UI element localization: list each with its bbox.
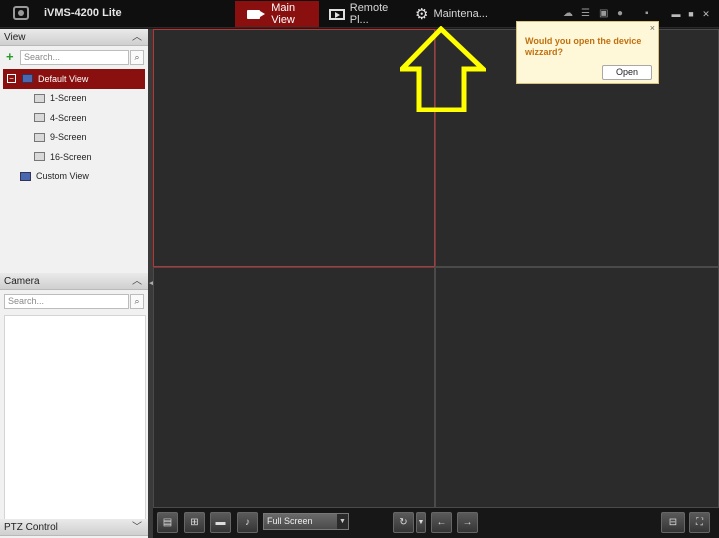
volume-icon[interactable]: ♪ [237,512,258,533]
tree-item-label: Custom View [36,171,89,182]
panel-title: View [4,32,26,43]
view-search-input[interactable]: Search... [20,50,129,65]
popup-close-icon[interactable]: × [650,23,655,33]
gear-icon: ⚙ [415,5,429,23]
lock-icon[interactable]: ▪ [645,8,649,20]
auto-switch-dropdown-icon[interactable]: ▼ [416,512,426,533]
view-cell-4[interactable] [435,267,719,508]
tree-item-16-screen[interactable]: 16-Screen [0,147,148,167]
chevron-down-icon[interactable]: ﹀ [132,519,142,536]
view-cell-3[interactable] [153,267,435,508]
stop-all-icon[interactable]: ▬ [210,512,231,533]
tree-item-label: 9-Screen [50,132,87,143]
screen-16-icon [34,152,45,162]
tab-main-view[interactable]: Main View [235,1,319,27]
bottom-toolbar: ▤ ⊞ ▬ ♪ Full Screen ▼ ↻ ▼ ← → ⊟ ⛶ [153,508,719,538]
list-icon[interactable]: ☰ [581,8,590,20]
previous-icon[interactable]: ← [431,512,452,533]
screen-4-icon [34,113,45,123]
tree-item-4-screen[interactable]: 4-Screen [0,108,148,128]
app-title: iVMS-4200 Lite [44,7,122,19]
next-icon[interactable]: → [457,512,478,533]
ptz-panel-header[interactable]: PTZ Control ﹀ [0,519,148,536]
camera-search-row: Search... ⌕ [4,294,146,310]
fullscreen-label: Full Screen [267,516,313,526]
layout-icon[interactable]: ⊞ [184,512,205,533]
popup-message: Would you open the device wizzard? [525,36,642,57]
camera-search-input[interactable]: Search... [4,294,129,309]
screen-9-icon [34,132,45,142]
tab-label: Remote Pl... [349,2,389,26]
tab-label: Main View [271,2,296,26]
tree-item-default-view[interactable]: − Default View [3,69,145,89]
panel-title: PTZ Control [4,522,58,533]
add-view-icon[interactable]: + [6,50,18,63]
cloud-icon[interactable]: ☁ [563,8,573,20]
save-view-icon[interactable]: ▤ [157,512,178,533]
window-division-icon[interactable]: ⊟ [661,512,685,533]
view-icon [22,74,33,84]
tree-item-1-screen[interactable]: 1-Screen [0,89,148,109]
fullscreen-select[interactable]: Full Screen ▼ [263,513,349,530]
close-icon[interactable]: ✕ [700,8,712,20]
camera-icon [247,9,266,19]
image-icon[interactable]: ▣ [599,8,608,20]
search-icon[interactable]: ⌕ [130,50,144,65]
annotation-arrow-icon [400,26,486,112]
view-tree: − Default View 1-Screen 4-Screen 9-Scree… [0,69,148,186]
view-search-row: + Search... ⌕ [4,50,146,66]
user-icon[interactable]: ● [617,8,623,20]
tree-item-label: 1-Screen [50,93,87,104]
tree-item-label: 16-Screen [50,151,92,162]
tab-maintenance[interactable]: ⚙ Maintena... [412,1,492,27]
tab-label: Maintena... [433,8,488,20]
tree-item-custom-view[interactable]: Custom View [0,167,148,187]
tab-remote-playback[interactable]: Remote Pl... [324,1,409,27]
open-button[interactable]: Open [602,65,652,80]
custom-view-icon [20,171,31,181]
chevron-up-icon[interactable]: ︿ [132,29,142,46]
camera-panel-header[interactable]: Camera ︿ [0,273,148,290]
fullscreen-icon[interactable]: ⛶ [689,512,710,533]
app-window: iVMS-4200 Lite Main View Remote Pl... ⚙ … [0,0,719,538]
maximize-icon[interactable]: ■ [685,8,697,20]
chevron-up-icon[interactable]: ︿ [132,273,142,290]
tree-item-9-screen[interactable]: 9-Screen [0,128,148,148]
camera-list[interactable] [4,315,146,521]
film-icon [329,8,345,20]
search-icon[interactable]: ⌕ [130,294,144,309]
view-cell-1[interactable] [153,29,435,267]
collapse-icon[interactable]: − [7,74,16,84]
minimize-icon[interactable]: ▬ [670,8,682,20]
panel-title: Camera [4,276,40,287]
app-logo-icon [13,6,29,20]
device-wizard-popup: × Would you open the device wizzard? Ope… [516,21,659,84]
auto-switch-icon[interactable]: ↻ [393,512,414,533]
tree-item-label: 4-Screen [50,112,87,123]
view-panel-header[interactable]: View ︿ [0,29,148,46]
chevron-down-icon: ▼ [337,514,348,529]
left-panel: View ︿ + Search... ⌕ − Default View 1-Sc… [0,29,150,538]
tree-item-label: Default View [38,73,89,84]
screen-1-icon [34,93,45,103]
